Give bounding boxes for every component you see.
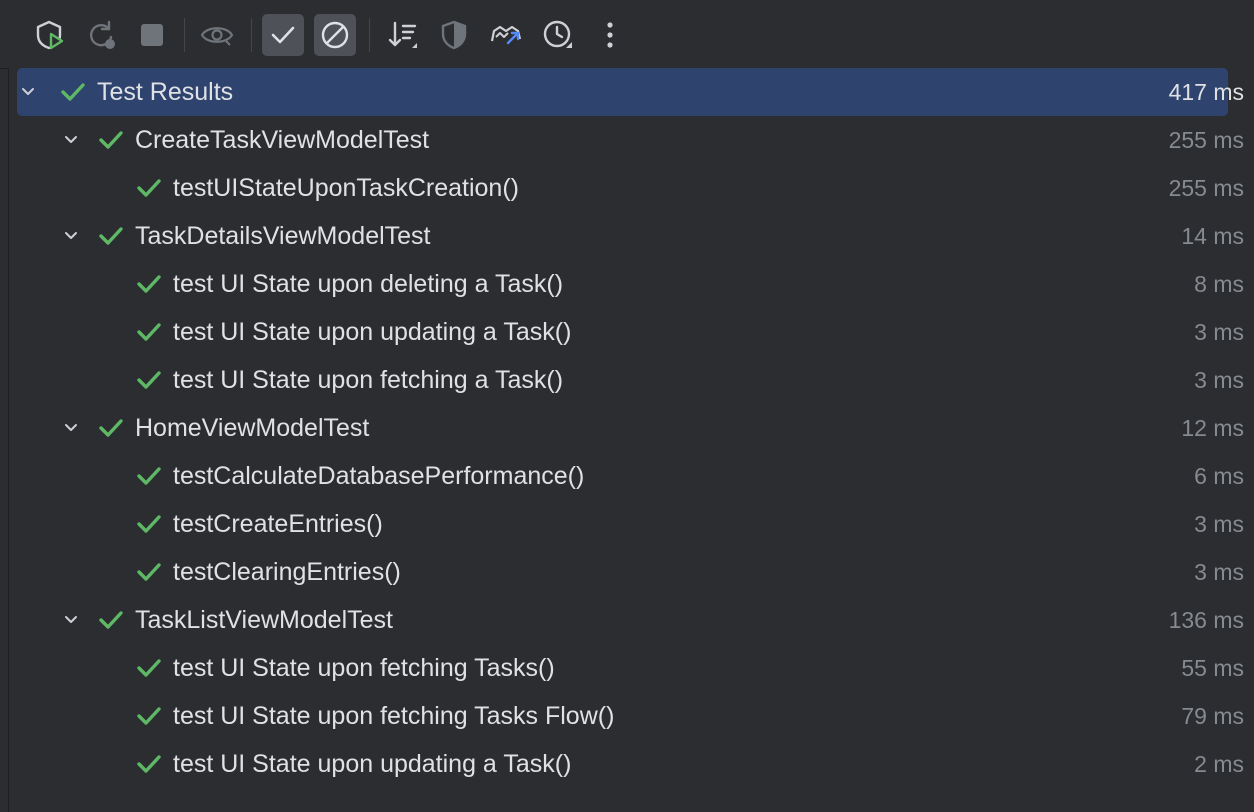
rerun-failed-icon xyxy=(84,18,118,52)
test-duration: 8 ms xyxy=(1194,271,1244,297)
test-label: test UI State upon fetching a Task() xyxy=(173,366,564,394)
history-clock-icon xyxy=(541,18,575,52)
passed-check-icon xyxy=(97,222,125,250)
test-label: test UI State upon updating a Task() xyxy=(173,750,572,778)
eye-icon xyxy=(199,20,235,50)
test-duration: 12 ms xyxy=(1181,415,1244,441)
test-duration: 55 ms xyxy=(1181,655,1244,681)
test-duration: 255 ms xyxy=(1168,127,1244,153)
test-duration: 3 ms xyxy=(1194,367,1244,393)
test-results-tree: Test Results 417 ms CreateTaskViewModelTes… xyxy=(8,68,1254,812)
toolbar-separator xyxy=(184,18,185,52)
passed-check-icon xyxy=(135,174,163,202)
coverage-button[interactable] xyxy=(433,14,475,56)
passed-check-icon xyxy=(97,414,125,442)
show-passed-button[interactable] xyxy=(262,14,304,56)
passed-check-icon xyxy=(135,510,163,538)
tree-row-test[interactable]: test UI State upon deleting a Task() 8 ms xyxy=(17,260,1244,308)
test-runner-toolbar xyxy=(0,0,1254,69)
chevron-down-icon[interactable] xyxy=(60,129,82,151)
tree-row-test[interactable]: test UI State upon updating a Task() 2 ms xyxy=(17,740,1244,788)
rerun-tests-icon xyxy=(32,18,66,52)
tree-row-suite[interactable]: CreateTaskViewModelTest 255 ms xyxy=(17,116,1244,164)
passed-check-icon xyxy=(135,318,163,346)
test-label: testUIStateUponTaskCreation() xyxy=(173,174,519,202)
passed-check-icon xyxy=(59,78,87,106)
tree-row-test[interactable]: test UI State upon fetching Tasks() 55 ms xyxy=(17,644,1244,692)
tree-row-test[interactable]: test UI State upon updating a Task() 3 ms xyxy=(17,308,1244,356)
passed-check-icon xyxy=(97,606,125,634)
more-options-icon xyxy=(605,20,615,50)
test-label: test UI State upon fetching Tasks Flow() xyxy=(173,702,615,730)
test-label: testClearingEntries() xyxy=(173,558,401,586)
passed-check-icon xyxy=(135,366,163,394)
tree-row-test[interactable]: testCreateEntries() 3 ms xyxy=(17,500,1244,548)
chevron-down-icon[interactable] xyxy=(60,417,82,439)
chevron-down-icon[interactable] xyxy=(60,225,82,247)
show-ignored-button[interactable] xyxy=(314,14,356,56)
stop-icon xyxy=(137,20,167,50)
test-duration: 3 ms xyxy=(1194,319,1244,345)
passed-check-icon xyxy=(135,462,163,490)
toolbar-separator xyxy=(369,18,370,52)
test-duration: 417 ms xyxy=(1168,79,1244,105)
show-toggle-button[interactable] xyxy=(196,14,238,56)
coverage-shield-icon xyxy=(439,19,469,51)
tree-row-test[interactable]: testUIStateUponTaskCreation() 255 ms xyxy=(17,164,1244,212)
history-button[interactable] xyxy=(537,14,579,56)
test-duration: 14 ms xyxy=(1181,223,1244,249)
stop-button[interactable] xyxy=(131,14,173,56)
tree-row-test[interactable]: test UI State upon fetching a Task() 3 ms xyxy=(17,356,1244,404)
suite-label: CreateTaskViewModelTest xyxy=(135,126,430,154)
test-duration: 79 ms xyxy=(1181,703,1244,729)
test-label: test UI State upon updating a Task() xyxy=(173,318,572,346)
tree-row-suite[interactable]: HomeViewModelTest 12 ms xyxy=(17,404,1244,452)
test-duration: 2 ms xyxy=(1194,751,1244,777)
suite-label: TaskListViewModelTest xyxy=(135,606,393,634)
passed-check-icon xyxy=(135,654,163,682)
rerun-tests-button[interactable] xyxy=(28,14,70,56)
sort-icon xyxy=(386,18,420,52)
test-duration: 255 ms xyxy=(1168,175,1244,201)
test-duration: 6 ms xyxy=(1194,463,1244,489)
tree-row-suite[interactable]: TaskDetailsViewModelTest 14 ms xyxy=(17,212,1244,260)
chevron-down-icon[interactable] xyxy=(17,81,39,103)
more-options-button[interactable] xyxy=(589,14,631,56)
test-label: test UI State upon fetching Tasks() xyxy=(173,654,555,682)
tree-row-test[interactable]: testCalculateDatabasePerformance() 6 ms xyxy=(17,452,1244,500)
suite-label: HomeViewModelTest xyxy=(135,414,370,442)
test-label: test UI State upon deleting a Task() xyxy=(173,270,564,298)
tree-row-root[interactable]: Test Results 417 ms xyxy=(17,68,1244,116)
passed-check-icon xyxy=(135,702,163,730)
toolbar-separator xyxy=(251,18,252,52)
import-tests-button[interactable] xyxy=(485,14,527,56)
test-duration: 3 ms xyxy=(1194,511,1244,537)
ignored-circle-slash-icon xyxy=(319,19,351,51)
test-label: testCreateEntries() xyxy=(173,510,383,538)
test-label: testCalculateDatabasePerformance() xyxy=(173,462,585,490)
tree-row-suite[interactable]: TaskListViewModelTest 136 ms xyxy=(17,596,1244,644)
test-runner-window: Test Results 417 ms CreateTaskViewModelTes… xyxy=(0,0,1254,812)
rerun-failed-button[interactable] xyxy=(80,14,122,56)
sort-button[interactable] xyxy=(382,14,424,56)
passed-check-icon xyxy=(97,126,125,154)
checkmark-icon xyxy=(268,20,298,50)
chevron-down-icon[interactable] xyxy=(60,609,82,631)
suite-label: TaskDetailsViewModelTest xyxy=(135,222,431,250)
test-duration: 136 ms xyxy=(1168,607,1244,633)
passed-check-icon xyxy=(135,270,163,298)
root-label: Test Results xyxy=(97,78,234,106)
tree-row-test[interactable]: testClearingEntries() 3 ms xyxy=(17,548,1244,596)
test-duration: 3 ms xyxy=(1194,559,1244,585)
passed-check-icon xyxy=(135,558,163,586)
passed-check-icon xyxy=(135,750,163,778)
tree-row-test[interactable]: test UI State upon fetching Tasks Flow()… xyxy=(17,692,1244,740)
import-tests-icon xyxy=(488,19,524,51)
